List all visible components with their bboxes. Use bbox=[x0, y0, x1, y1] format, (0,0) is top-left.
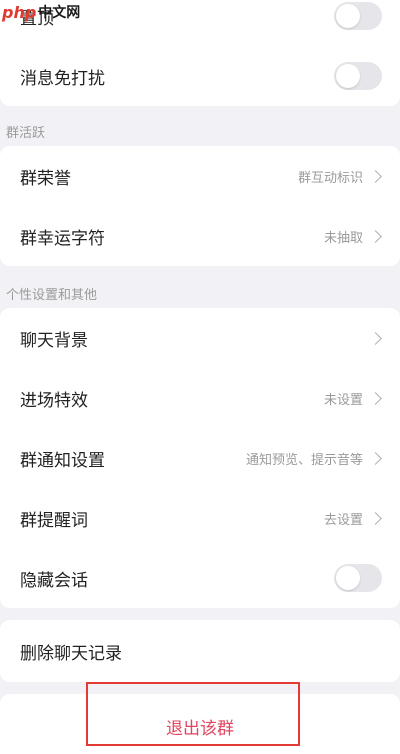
mute-label: 消息免打扰 bbox=[20, 68, 105, 89]
group-honor-row[interactable]: 群荣誉 群互动标识 bbox=[0, 146, 400, 206]
delete-history-card: 删除聊天记录 bbox=[0, 620, 400, 682]
pin-toggle[interactable] bbox=[334, 2, 382, 30]
highlight-annotation-box bbox=[86, 682, 300, 746]
lucky-char-label: 群幸运字符 bbox=[20, 228, 105, 249]
activity-card: 群荣誉 群互动标识 群幸运字符 未抽取 bbox=[0, 146, 400, 266]
reminder-words-value: 去设置 bbox=[323, 512, 363, 528]
reminder-words-row[interactable]: 群提醒词 去设置 bbox=[0, 488, 400, 548]
group-notification-value: 通知预览、提示音等 bbox=[245, 452, 363, 468]
hide-chat-toggle[interactable] bbox=[334, 564, 382, 592]
group-honor-label: 群荣誉 bbox=[20, 168, 71, 189]
delete-history-label: 删除聊天记录 bbox=[20, 643, 122, 664]
toggle-knob bbox=[336, 566, 360, 590]
delete-history-row[interactable]: 删除聊天记录 bbox=[0, 620, 400, 682]
reminder-words-label: 群提醒词 bbox=[20, 510, 88, 531]
section-header-personal: 个性设置和其他 bbox=[6, 288, 98, 303]
hide-chat-row[interactable]: 隐藏会话 bbox=[0, 548, 400, 608]
watermark-text: 中文网 bbox=[38, 5, 81, 21]
chat-background-row[interactable]: 聊天背景 bbox=[0, 308, 400, 368]
personal-settings-card: 聊天背景 进场特效 未设置 群通知设置 通知预览、提示音等 群提醒词 去设置 隐… bbox=[0, 308, 400, 608]
chevron-right-icon bbox=[369, 451, 382, 465]
lucky-char-row[interactable]: 群幸运字符 未抽取 bbox=[0, 206, 400, 266]
mute-row[interactable]: 消息免打扰 bbox=[0, 46, 400, 106]
hide-chat-label: 隐藏会话 bbox=[20, 570, 88, 591]
chat-background-label: 聊天背景 bbox=[20, 330, 88, 351]
watermark-logo: php bbox=[2, 2, 37, 22]
chevron-right-icon bbox=[369, 391, 382, 405]
toggle-knob bbox=[336, 64, 360, 88]
group-notification-label: 群通知设置 bbox=[20, 450, 105, 471]
group-settings-page: 置顶 消息免打扰 php 中文网 群活跃 群荣誉 群互动标识 群幸运字符 未抽取… bbox=[0, 0, 400, 754]
entry-effect-row[interactable]: 进场特效 未设置 bbox=[0, 368, 400, 428]
group-honor-value: 群互动标识 bbox=[297, 170, 363, 186]
chevron-right-icon bbox=[369, 331, 382, 345]
watermark: php 中文网 bbox=[0, 0, 80, 24]
section-header-activity: 群活跃 bbox=[6, 126, 46, 141]
entry-effect-value: 未设置 bbox=[323, 392, 363, 408]
lucky-char-value: 未抽取 bbox=[323, 230, 363, 246]
chevron-right-icon bbox=[369, 511, 382, 525]
chevron-right-icon bbox=[369, 229, 382, 243]
entry-effect-label: 进场特效 bbox=[20, 390, 88, 411]
chevron-right-icon bbox=[369, 169, 382, 183]
toggle-knob bbox=[336, 4, 360, 28]
mute-toggle[interactable] bbox=[334, 62, 382, 90]
group-notification-row[interactable]: 群通知设置 通知预览、提示音等 bbox=[0, 428, 400, 488]
